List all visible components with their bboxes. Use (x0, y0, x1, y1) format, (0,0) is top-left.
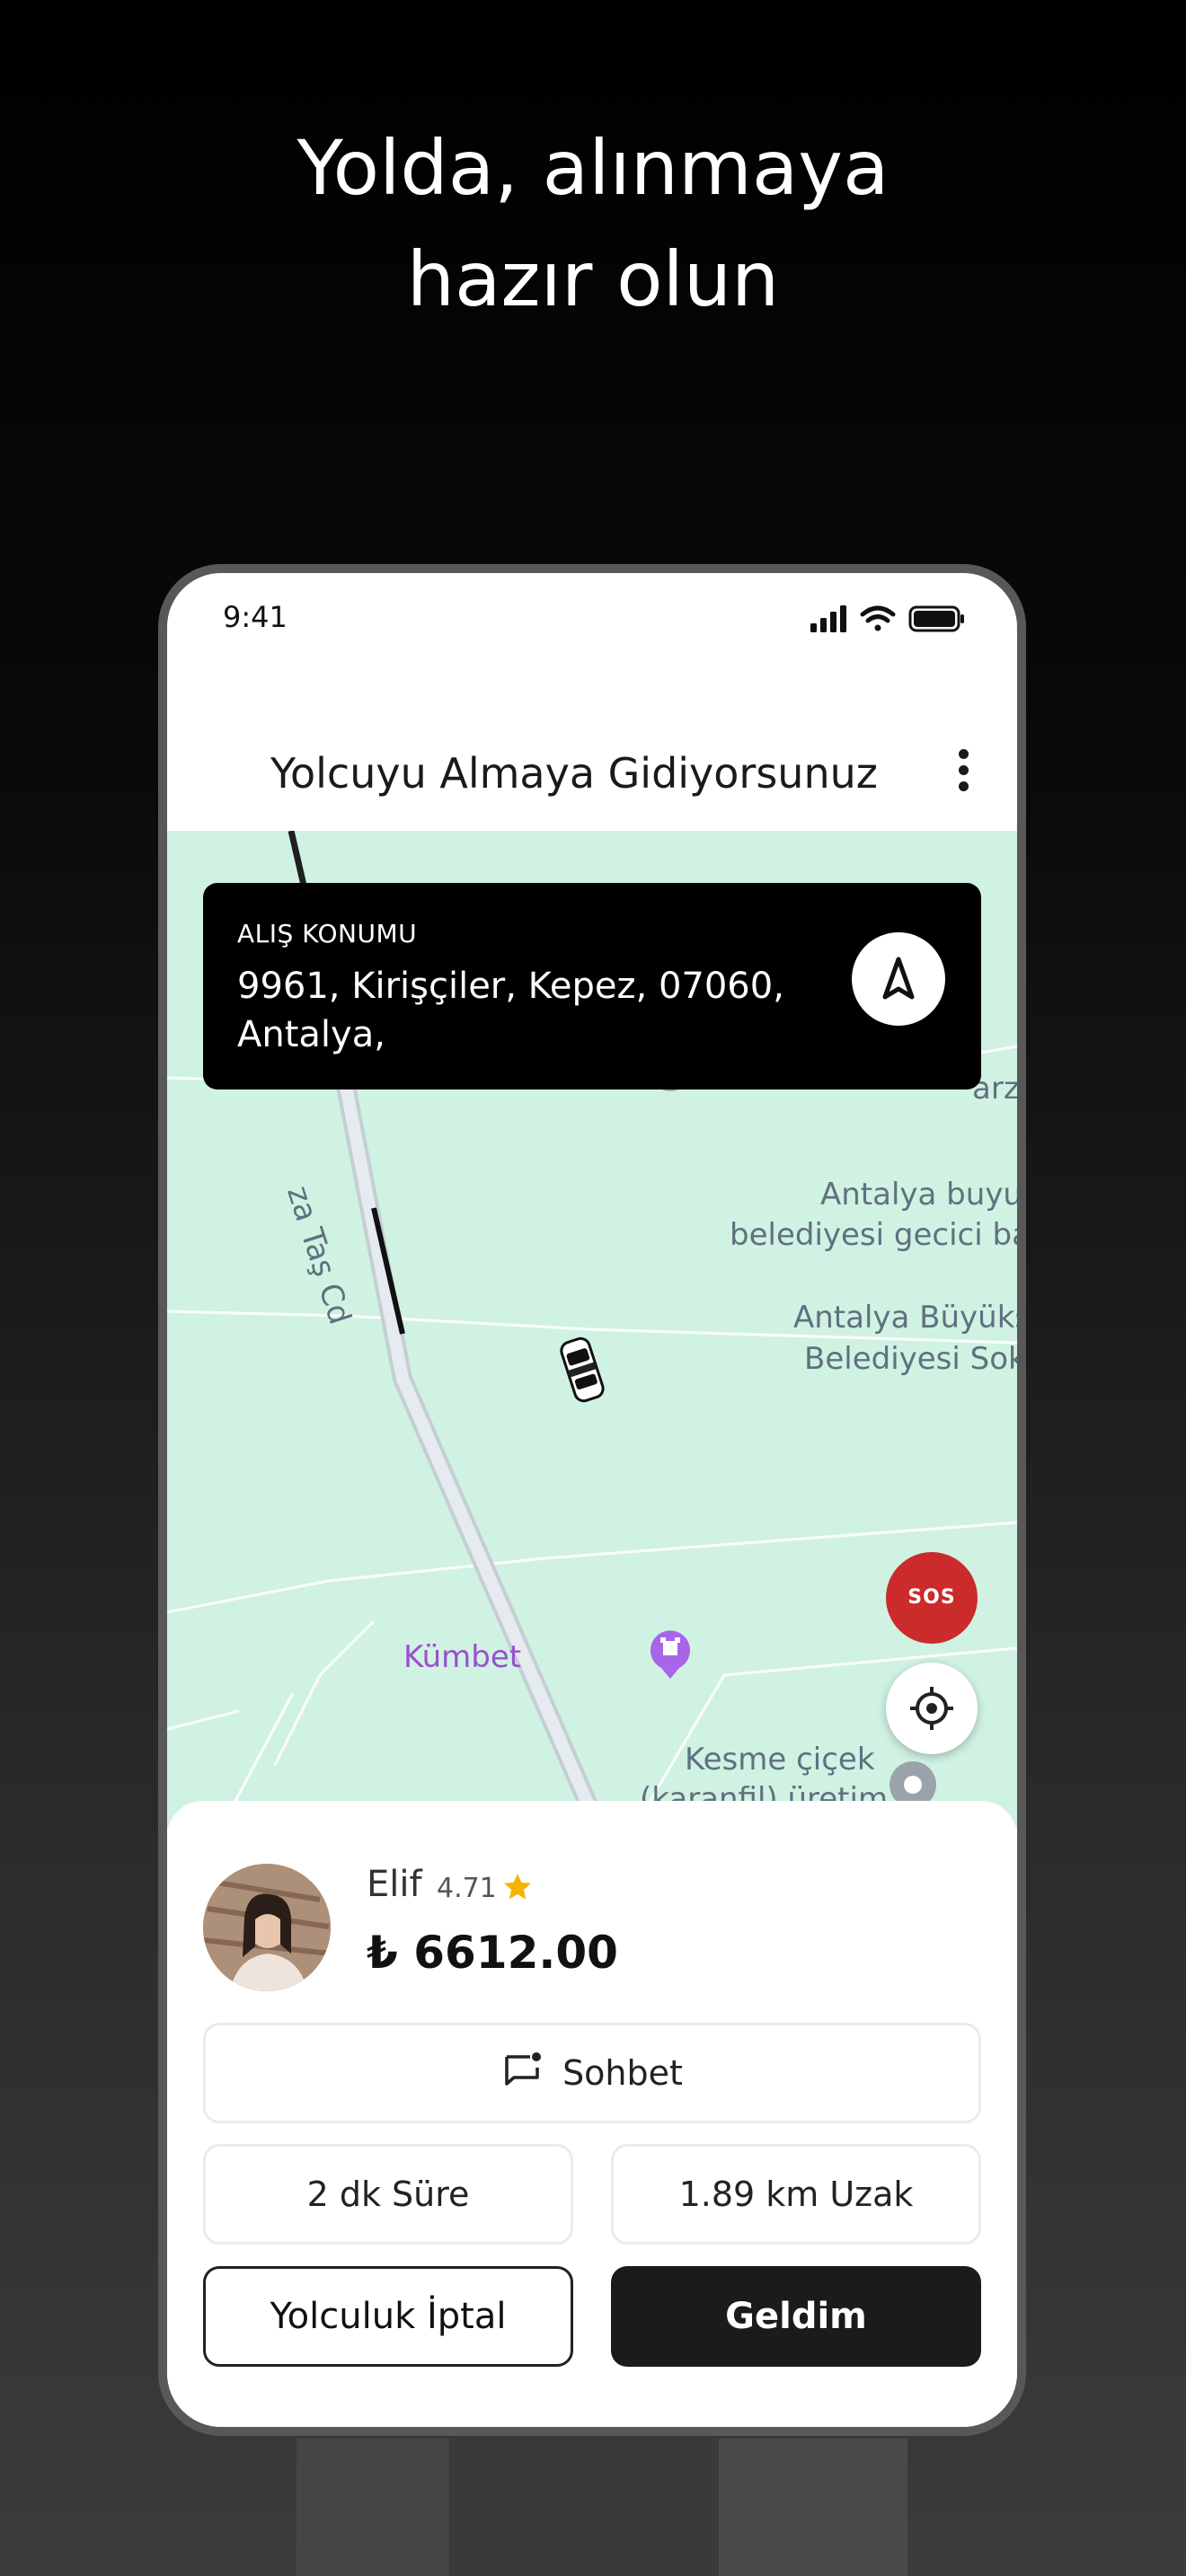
page-title: Yolcuyu Almaya Gidiyorsunuz (270, 749, 878, 798)
pickup-label: ALIŞ KONUMU (237, 919, 418, 948)
phone-frame: 9:41 Yolcuyu Almaya Gidiyorsunuz za Taş … (158, 564, 1026, 2436)
headline: Yolda, alınmaya hazır olun (0, 112, 1186, 335)
pickup-address: 9961, Kirişçiler, Kepez, 07060, Antalya, (237, 966, 784, 1055)
battery-icon (908, 605, 964, 632)
ride-details-sheet: Elif 4.71 ₺ 6612.00 Sohbet 2 dk Süre 1.8… (167, 1801, 1017, 2427)
driver-name: Elif (367, 1864, 422, 1905)
signal-icon (810, 605, 846, 632)
sos-button[interactable]: SOS (886, 1552, 978, 1644)
map-pin-icon (651, 1630, 690, 1679)
car-icon (560, 1337, 605, 1403)
background-stripes (0, 2439, 1186, 2576)
more-vertical-icon[interactable] (954, 749, 972, 799)
status-bar: 9:41 (167, 573, 1017, 663)
map-label: belediyesi gecici ba (730, 1217, 1017, 1253)
driver-rating: 4.71 (437, 1873, 497, 1904)
header: Yolcuyu Almaya Gidiyorsunuz (167, 726, 1017, 825)
navigation-button[interactable] (852, 932, 945, 1026)
status-icons (810, 605, 964, 632)
wifi-icon (860, 605, 896, 631)
headline-line-2: hazır olun (406, 235, 780, 323)
headline-line-1: Yolda, alınmaya (296, 124, 890, 212)
cancel-ride-button[interactable]: Yolculuk İptal (203, 2266, 573, 2367)
chat-label: Sohbet (562, 2053, 683, 2093)
status-time: 9:41 (223, 600, 288, 634)
chat-button[interactable]: Sohbet (203, 2023, 981, 2123)
fare-amount: ₺ 6612.00 (367, 1927, 618, 1979)
locate-me-button[interactable] (886, 1663, 978, 1754)
navigation-arrow-icon (882, 957, 915, 1000)
map-label: Belediyesi Sok (804, 1341, 1017, 1377)
chat-icon (505, 2052, 542, 2086)
star-icon (504, 1874, 531, 1900)
crosshair-icon (910, 1687, 953, 1730)
map-label: Antalya buyuk (820, 1177, 1017, 1213)
arrived-button[interactable]: Geldim (611, 2266, 981, 2367)
duration-info: 2 dk Süre (203, 2144, 573, 2245)
avatar (203, 1864, 331, 1991)
distance-info: 1.89 km Uzak (611, 2144, 981, 2245)
pickup-card: ALIŞ KONUMU 9961, Kirişçiler, Kepez, 070… (203, 883, 981, 1090)
map-label: Antalya Büyükş (793, 1300, 1017, 1336)
map-label: Kümbet (403, 1639, 522, 1675)
map-label: Kesme çiçek (685, 1742, 875, 1778)
